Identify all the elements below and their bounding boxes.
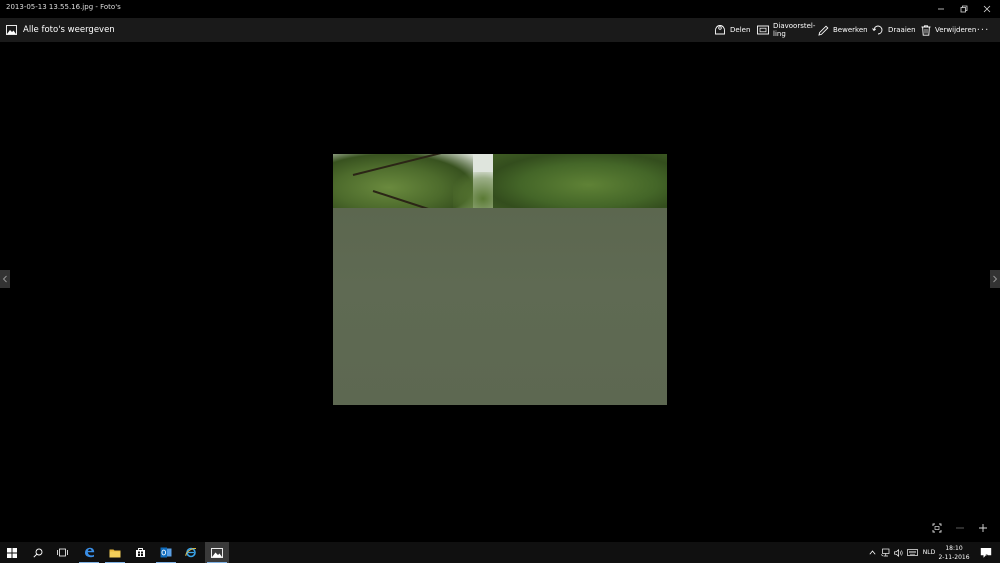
close-icon bbox=[983, 5, 991, 13]
edit-label: Bewerken bbox=[833, 26, 868, 34]
edge-icon bbox=[84, 547, 94, 558]
rotate-button[interactable]: Draaien bbox=[872, 21, 916, 39]
delete-label: Verwijderen bbox=[935, 26, 977, 34]
more-icon: ··· bbox=[976, 24, 990, 36]
slideshow-button[interactable]: Diavoorstel- ling bbox=[757, 21, 816, 39]
all-photos-link[interactable]: Alle foto's weergeven bbox=[6, 22, 115, 38]
task-view-icon bbox=[56, 548, 68, 557]
chevron-left-icon bbox=[2, 275, 7, 283]
zoom-out-icon bbox=[956, 527, 964, 529]
zoom-out-button[interactable] bbox=[952, 520, 968, 536]
share-icon bbox=[715, 25, 725, 35]
minimize-icon bbox=[938, 8, 944, 10]
chevron-right-icon bbox=[993, 275, 998, 283]
pencil-icon bbox=[818, 25, 829, 36]
notification-count: 2 bbox=[985, 554, 988, 559]
action-center-button[interactable]: 2 bbox=[978, 544, 994, 561]
zoom-in-icon bbox=[979, 524, 987, 532]
folder-icon bbox=[109, 549, 121, 557]
search-icon bbox=[33, 548, 43, 558]
restore-icon bbox=[960, 5, 968, 13]
share-label: Delen bbox=[730, 26, 751, 34]
volume-button[interactable] bbox=[892, 542, 904, 563]
more-options-button[interactable]: ··· bbox=[974, 21, 992, 39]
taskbar: NLD 18:10 2-11-2016 2 bbox=[0, 542, 1000, 563]
network-button[interactable] bbox=[879, 542, 891, 563]
title-bar: 2013-05-13 13.55.16.jpg - Foto's bbox=[0, 0, 1000, 18]
keyboard-icon bbox=[906, 549, 918, 556]
start-button[interactable] bbox=[0, 542, 24, 563]
photo-lower-area bbox=[333, 208, 667, 405]
slideshow-label-line2: ling bbox=[773, 30, 786, 38]
photo-foliage-right bbox=[493, 154, 667, 210]
taskbar-edge[interactable] bbox=[77, 542, 101, 563]
clock-button[interactable]: 18:10 2-11-2016 bbox=[938, 544, 970, 562]
fit-screen-icon bbox=[932, 523, 942, 533]
windows-logo-icon bbox=[7, 547, 17, 558]
search-button[interactable] bbox=[26, 542, 50, 563]
touch-keyboard-button[interactable] bbox=[905, 542, 919, 563]
internet-explorer-icon bbox=[185, 547, 197, 558]
trash-icon bbox=[921, 24, 931, 36]
clock-time: 18:10 bbox=[945, 545, 963, 552]
photos-icon bbox=[6, 25, 17, 35]
slideshow-icon bbox=[757, 25, 769, 34]
task-view-button[interactable] bbox=[50, 542, 74, 563]
slideshow-label-line1: Diavoorstel- bbox=[773, 22, 816, 30]
all-photos-label: Alle foto's weergeven bbox=[23, 25, 115, 35]
speaker-icon bbox=[893, 548, 903, 557]
close-button[interactable] bbox=[976, 0, 998, 18]
fit-to-screen-button[interactable] bbox=[929, 520, 945, 536]
edit-button[interactable]: Bewerken bbox=[818, 21, 868, 39]
taskbar-store[interactable] bbox=[128, 542, 152, 563]
restore-button[interactable] bbox=[953, 0, 975, 18]
taskbar-internet-explorer[interactable] bbox=[179, 542, 203, 563]
input-language-button[interactable]: NLD bbox=[921, 542, 937, 563]
outlook-icon bbox=[160, 547, 172, 558]
rotate-icon bbox=[872, 25, 883, 35]
network-icon bbox=[880, 548, 889, 557]
slideshow-label: Diavoorstel- ling bbox=[773, 22, 816, 38]
input-language-label: NLD bbox=[922, 549, 936, 556]
chevron-up-icon bbox=[868, 550, 876, 555]
store-icon bbox=[135, 548, 145, 557]
taskbar-file-explorer[interactable] bbox=[103, 542, 127, 563]
taskbar-photos[interactable] bbox=[205, 542, 229, 563]
delete-button[interactable]: Verwijderen bbox=[921, 21, 976, 39]
previous-photo-button[interactable] bbox=[0, 270, 10, 288]
zoom-in-button[interactable] bbox=[975, 520, 991, 536]
photos-icon bbox=[211, 547, 223, 558]
notification-icon: 2 bbox=[980, 547, 992, 559]
taskbar-outlook[interactable] bbox=[154, 542, 178, 563]
show-hidden-icons-button[interactable] bbox=[866, 542, 878, 563]
app-bar: Alle foto's weergeven Delen Diavoorstel-… bbox=[0, 18, 1000, 42]
window-title: 2013-05-13 13.55.16.jpg - Foto's bbox=[6, 3, 121, 11]
share-button[interactable]: Delen bbox=[714, 21, 750, 39]
minimize-button[interactable] bbox=[930, 0, 952, 18]
next-photo-button[interactable] bbox=[990, 270, 1000, 288]
rotate-label: Draaien bbox=[888, 26, 916, 34]
photo-image[interactable] bbox=[333, 154, 667, 405]
clock-date: 2-11-2016 bbox=[938, 554, 970, 561]
